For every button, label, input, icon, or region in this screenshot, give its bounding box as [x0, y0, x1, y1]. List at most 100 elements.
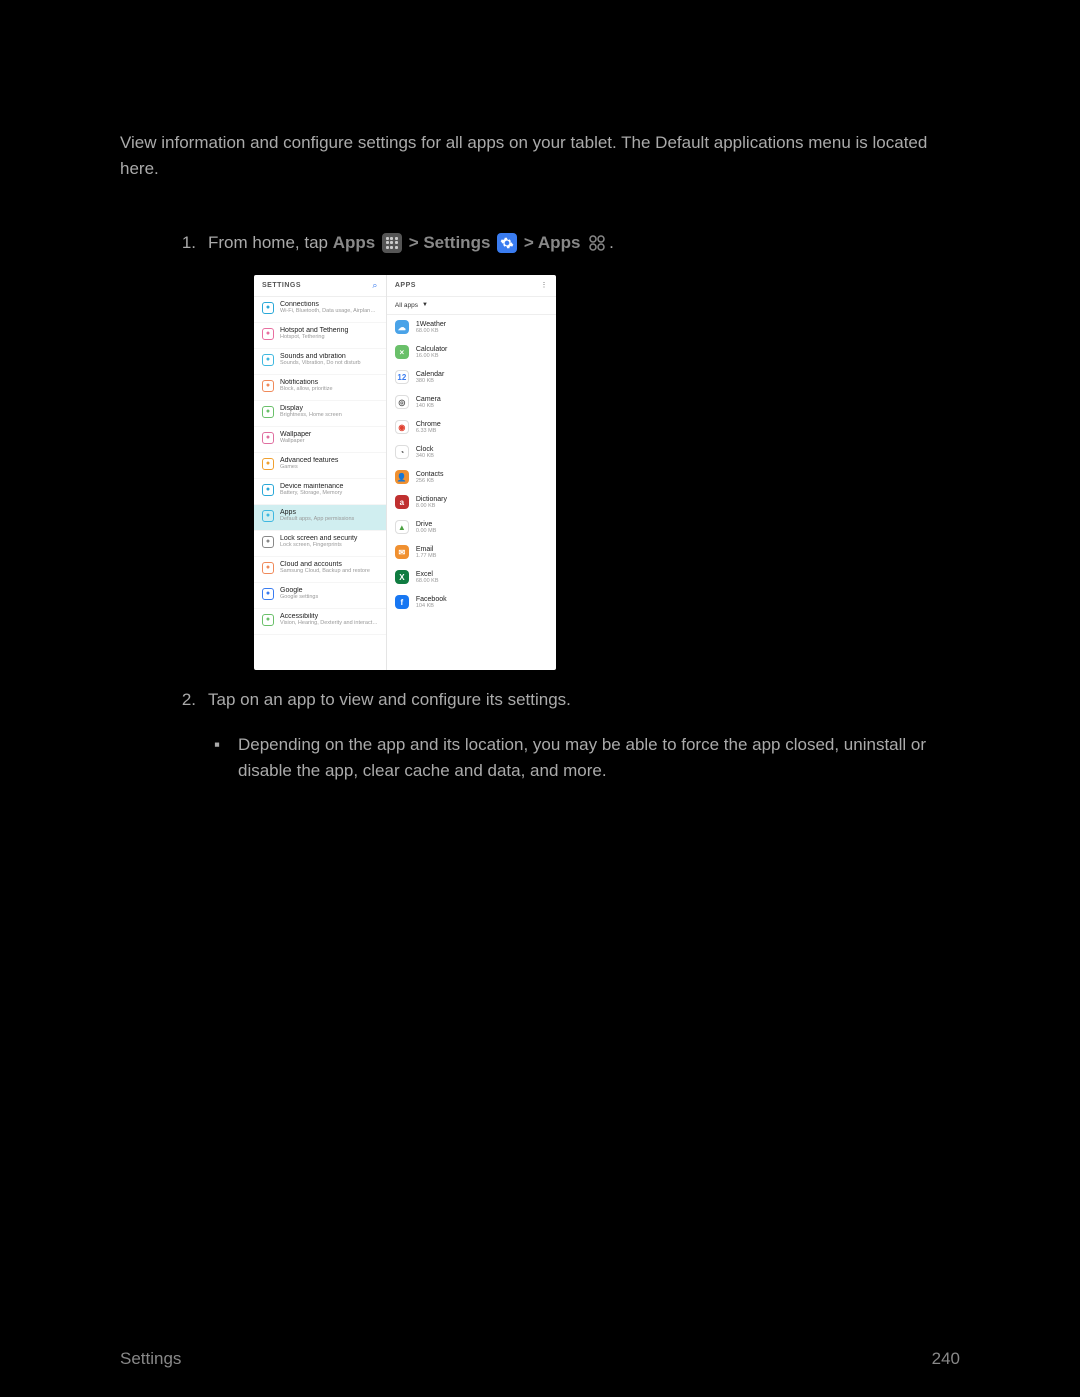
settings-row-icon: ● [262, 354, 274, 366]
settings-row[interactable]: ●NotificationsBlock, allow, prioritize [254, 375, 386, 401]
app-size: 340 KB [416, 453, 548, 459]
settings-row-icon: ● [262, 328, 274, 340]
settings-row-icon: ● [262, 432, 274, 444]
settings-row[interactable]: ● WallpaperWallpaper [254, 427, 386, 453]
step1-prefix: From home, tap [208, 233, 333, 252]
settings-row-title: Apps [280, 509, 378, 516]
app-title: Contacts [416, 471, 548, 478]
app-icon: a [395, 495, 409, 509]
step-1: 1. From home, tap Apps > Settings > Apps [166, 231, 960, 255]
settings-row-icon: ● [262, 614, 274, 626]
app-title: Dictionary [416, 496, 548, 503]
settings-row-icon: ● [262, 562, 274, 574]
settings-row[interactable]: ●Sounds and vibrationSounds, Vibration, … [254, 349, 386, 375]
settings-row[interactable]: ●Cloud and accountsSamsung Cloud, Backup… [254, 557, 386, 583]
app-title: Drive [416, 521, 548, 528]
app-row[interactable]: ◎Camera140 KB [387, 390, 556, 415]
settings-row[interactable]: ●ConnectionsWi-Fi, Bluetooth, Data usage… [254, 297, 386, 323]
settings-row-title: Sounds and vibration [280, 353, 378, 360]
label-apps2: Apps [538, 233, 581, 252]
settings-row-sub: Battery, Storage, Memory [280, 490, 378, 496]
app-title: Facebook [416, 596, 548, 603]
apps-grid-icon [382, 233, 402, 253]
app-row[interactable]: 12 Calendar380 KB [387, 365, 556, 390]
settings-apps-screenshot: SETTINGS ⌕ ●ConnectionsWi-Fi, Bluetooth,… [254, 275, 556, 670]
app-icon: ◔ [395, 445, 409, 459]
app-icon: 12 [395, 370, 409, 384]
app-row[interactable]: ✉Email1.77 MB [387, 540, 556, 565]
app-title: Chrome [416, 421, 548, 428]
settings-row-icon: ● [262, 588, 274, 600]
app-icon: ☁ [395, 320, 409, 334]
settings-row-title: Advanced features [280, 457, 378, 464]
app-row[interactable]: ◔Clock340 KB [387, 440, 556, 465]
settings-row-title: Hotspot and Tethering [280, 327, 378, 334]
app-row[interactable]: ▲Drive0.00 MB [387, 515, 556, 540]
app-icon: ✉ [395, 545, 409, 559]
settings-row-sub: Wallpaper [280, 438, 378, 444]
settings-row-sub: Vision, Hearing, Dexterity and interacti… [280, 620, 378, 626]
settings-row-icon: ● [262, 510, 274, 522]
app-title: 1Weather [416, 321, 548, 328]
step2-sub-bullet: ▪ Depending on the app and its location,… [166, 732, 960, 785]
settings-row[interactable]: ● DisplayBrightness, Home screen [254, 401, 386, 427]
settings-row[interactable]: ●Advanced featuresGames [254, 453, 386, 479]
settings-row-icon: ● [262, 302, 274, 314]
app-size: 256 KB [416, 478, 548, 484]
settings-row-sub: Hotspot, Tethering [280, 334, 378, 340]
apps-circles-icon [587, 233, 607, 253]
apps-filter-label: All apps [395, 302, 418, 309]
label-apps: Apps [333, 233, 376, 252]
settings-header-title: SETTINGS [262, 282, 301, 289]
app-row[interactable]: ◉ Chrome6.33 MB [387, 415, 556, 440]
search-icon[interactable]: ⌕ [372, 280, 378, 291]
settings-row-icon: ● [262, 484, 274, 496]
app-size: 16.00 KB [416, 353, 548, 359]
app-row[interactable]: fFacebook104 KB [387, 590, 556, 615]
app-title: Camera [416, 396, 548, 403]
apps-filter[interactable]: All apps ▼ [387, 297, 556, 315]
app-icon: ◉ [395, 420, 409, 434]
app-title: Calculator [416, 346, 548, 353]
app-row[interactable]: XExcel68.00 KB [387, 565, 556, 590]
separator: > [409, 233, 424, 252]
step2-text: Tap on an app to view and configure its … [208, 688, 960, 712]
app-row[interactable]: 👤 Contacts256 KB [387, 465, 556, 490]
app-title: Email [416, 546, 548, 553]
settings-row[interactable]: ●AppsDefault apps, App permissions [254, 505, 386, 531]
settings-row[interactable]: ● Hotspot and TetheringHotspot, Tethering [254, 323, 386, 349]
settings-row[interactable]: ●Device maintenanceBattery, Storage, Mem… [254, 479, 386, 505]
more-icon[interactable]: ⋮ [540, 281, 548, 289]
settings-row-sub: Block, allow, prioritize [280, 386, 378, 392]
app-row[interactable]: × Calculator16.00 KB [387, 340, 556, 365]
app-title: Excel [416, 571, 548, 578]
settings-row-title: Accessibility [280, 613, 378, 620]
settings-row[interactable]: ● AccessibilityVision, Hearing, Dexterity… [254, 609, 386, 635]
app-size: 140 KB [416, 403, 548, 409]
settings-row-icon: ● [262, 406, 274, 418]
app-icon: × [395, 345, 409, 359]
footer-section: Settings [120, 1349, 181, 1369]
app-row[interactable]: aDictionary8.00 KB [387, 490, 556, 515]
app-size: 380 KB [416, 378, 548, 384]
settings-row-sub: Brightness, Home screen [280, 412, 378, 418]
settings-row-title: Lock screen and security [280, 535, 378, 542]
settings-row[interactable]: ●GoogleGoogle settings [254, 583, 386, 609]
step-2: 2. Tap on an app to view and configure i… [166, 688, 960, 712]
settings-row-title: Display [280, 405, 378, 412]
step1-suffix: . [609, 233, 614, 252]
app-size: 104 KB [416, 603, 548, 609]
chevron-down-icon: ▼ [422, 302, 428, 308]
settings-row-sub: Games [280, 464, 378, 470]
intro-text: View information and configure settings … [120, 130, 960, 181]
settings-row-sub: Samsung Cloud, Backup and restore [280, 568, 378, 574]
app-size: 6.33 MB [416, 428, 548, 434]
apps-header: APPS ⋮ [387, 275, 556, 297]
app-row[interactable]: ☁1Weather68.00 KB [387, 315, 556, 340]
app-icon: 👤 [395, 470, 409, 484]
settings-row[interactable]: ●Lock screen and securityLock screen, Fi… [254, 531, 386, 557]
settings-row-title: Wallpaper [280, 431, 378, 438]
settings-row-title: Connections [280, 301, 378, 308]
bullet-text: Depending on the app and its location, y… [238, 732, 960, 785]
app-title: Calendar [416, 371, 548, 378]
